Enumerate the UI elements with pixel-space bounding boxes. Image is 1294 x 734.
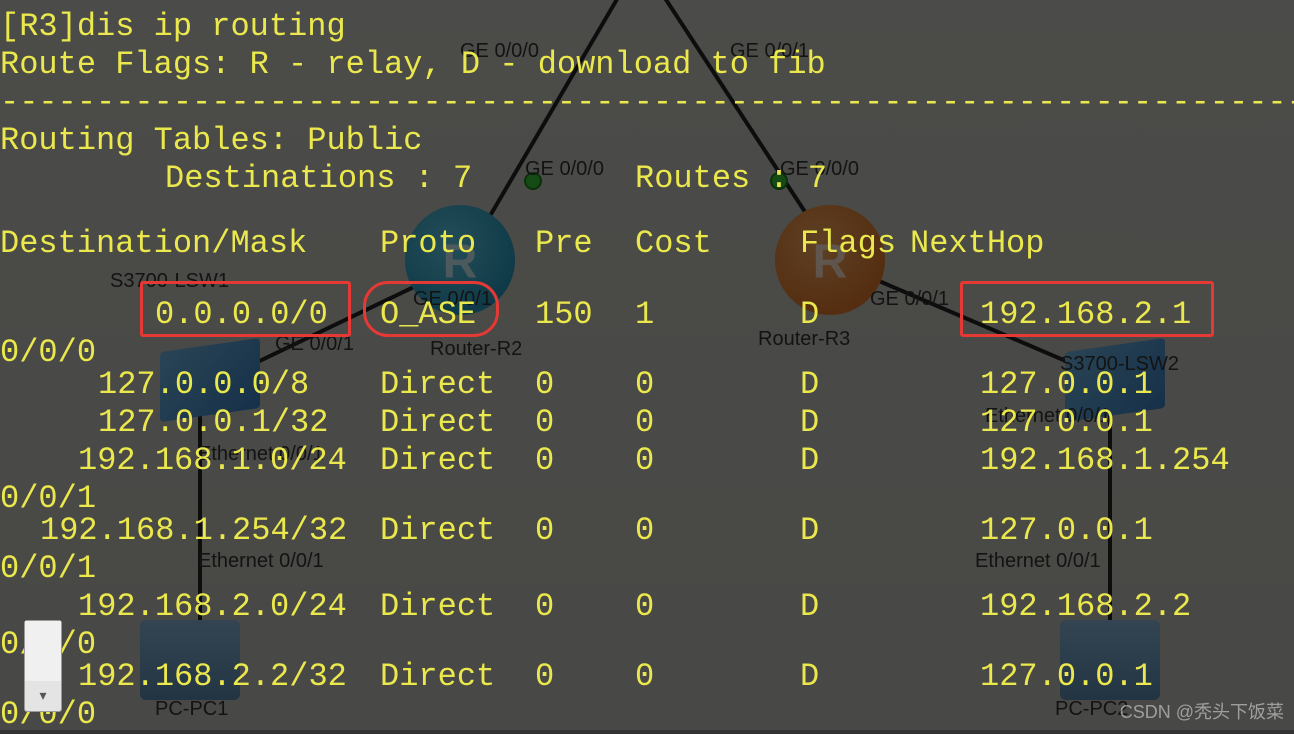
row4-flags: D (800, 512, 819, 550)
row2-cost: 0 (635, 404, 654, 442)
row1-flags: D (800, 366, 819, 404)
route-flags-line: Route Flags: R - relay, D - download to … (0, 46, 826, 84)
routes-count: Routes : 7 (635, 160, 827, 198)
row4-nexthop: 127.0.0.1 (980, 512, 1153, 550)
highlight-box-dest (140, 281, 351, 337)
scrollbar[interactable]: ▾ (24, 620, 62, 712)
row2-proto: Direct (380, 404, 495, 442)
destinations-count: Destinations : 7 (165, 160, 472, 198)
watermark-text: CSDN @秃头下饭菜 (1120, 698, 1284, 724)
row1-proto: Direct (380, 366, 495, 404)
row6-nexthop: 127.0.0.1 (980, 658, 1153, 696)
row5-flags: D (800, 588, 819, 626)
row0-iface: 0/0/0 (0, 334, 96, 372)
row6-dest: 192.168.2.2/32 (78, 658, 347, 696)
row3-cost: 0 (635, 442, 654, 480)
scrollbar-down-icon[interactable]: ▾ (25, 681, 61, 711)
terminal-overlay[interactable]: [R3]dis ip routing Route Flags: R - rela… (0, 0, 1294, 730)
row4-dest: 192.168.1.254/32 (40, 512, 347, 550)
row3-proto: Direct (380, 442, 495, 480)
row6-proto: Direct (380, 658, 495, 696)
row6-pre: 0 (535, 658, 554, 696)
col-proto: Proto (380, 225, 476, 263)
row3-pre: 0 (535, 442, 554, 480)
row0-pre: 150 (535, 296, 593, 334)
row6-flags: D (800, 658, 819, 696)
row5-proto: Direct (380, 588, 495, 626)
row2-nexthop: 127.0.0.1 (980, 404, 1153, 442)
row2-flags: D (800, 404, 819, 442)
row6-cost: 0 (635, 658, 654, 696)
row1-nexthop: 127.0.0.1 (980, 366, 1153, 404)
row4-cost: 0 (635, 512, 654, 550)
col-cost: Cost (635, 225, 712, 263)
row2-dest: 127.0.0.1/32 (98, 404, 328, 442)
col-flags: Flags (800, 225, 896, 263)
row4-proto: Direct (380, 512, 495, 550)
row0-cost: 1 (635, 296, 654, 334)
row5-nexthop: 192.168.2.2 (980, 588, 1191, 626)
row5-cost: 0 (635, 588, 654, 626)
row1-pre: 0 (535, 366, 554, 404)
row4-iface: 0/0/1 (0, 550, 96, 588)
row3-nexthop: 192.168.1.254 (980, 442, 1230, 480)
highlight-box-proto (363, 281, 499, 337)
row3-dest: 192.168.1.0/24 (78, 442, 347, 480)
scrollbar-track[interactable] (25, 621, 61, 681)
row3-flags: D (800, 442, 819, 480)
prompt-line: [R3]dis ip routing (0, 8, 346, 46)
row4-pre: 0 (535, 512, 554, 550)
routing-tables-line: Routing Tables: Public (0, 122, 422, 160)
row0-flags: D (800, 296, 819, 334)
col-dest: Destination/Mask (0, 225, 307, 263)
col-pre: Pre (535, 225, 593, 263)
row5-dest: 192.168.2.0/24 (78, 588, 347, 626)
divider-line: ----------------------------------------… (0, 84, 1294, 121)
highlight-box-nexthop (960, 281, 1214, 337)
row1-dest: 127.0.0.0/8 (98, 366, 309, 404)
col-nexthop: NextHop (910, 225, 1044, 263)
row5-pre: 0 (535, 588, 554, 626)
row1-cost: 0 (635, 366, 654, 404)
row2-pre: 0 (535, 404, 554, 442)
